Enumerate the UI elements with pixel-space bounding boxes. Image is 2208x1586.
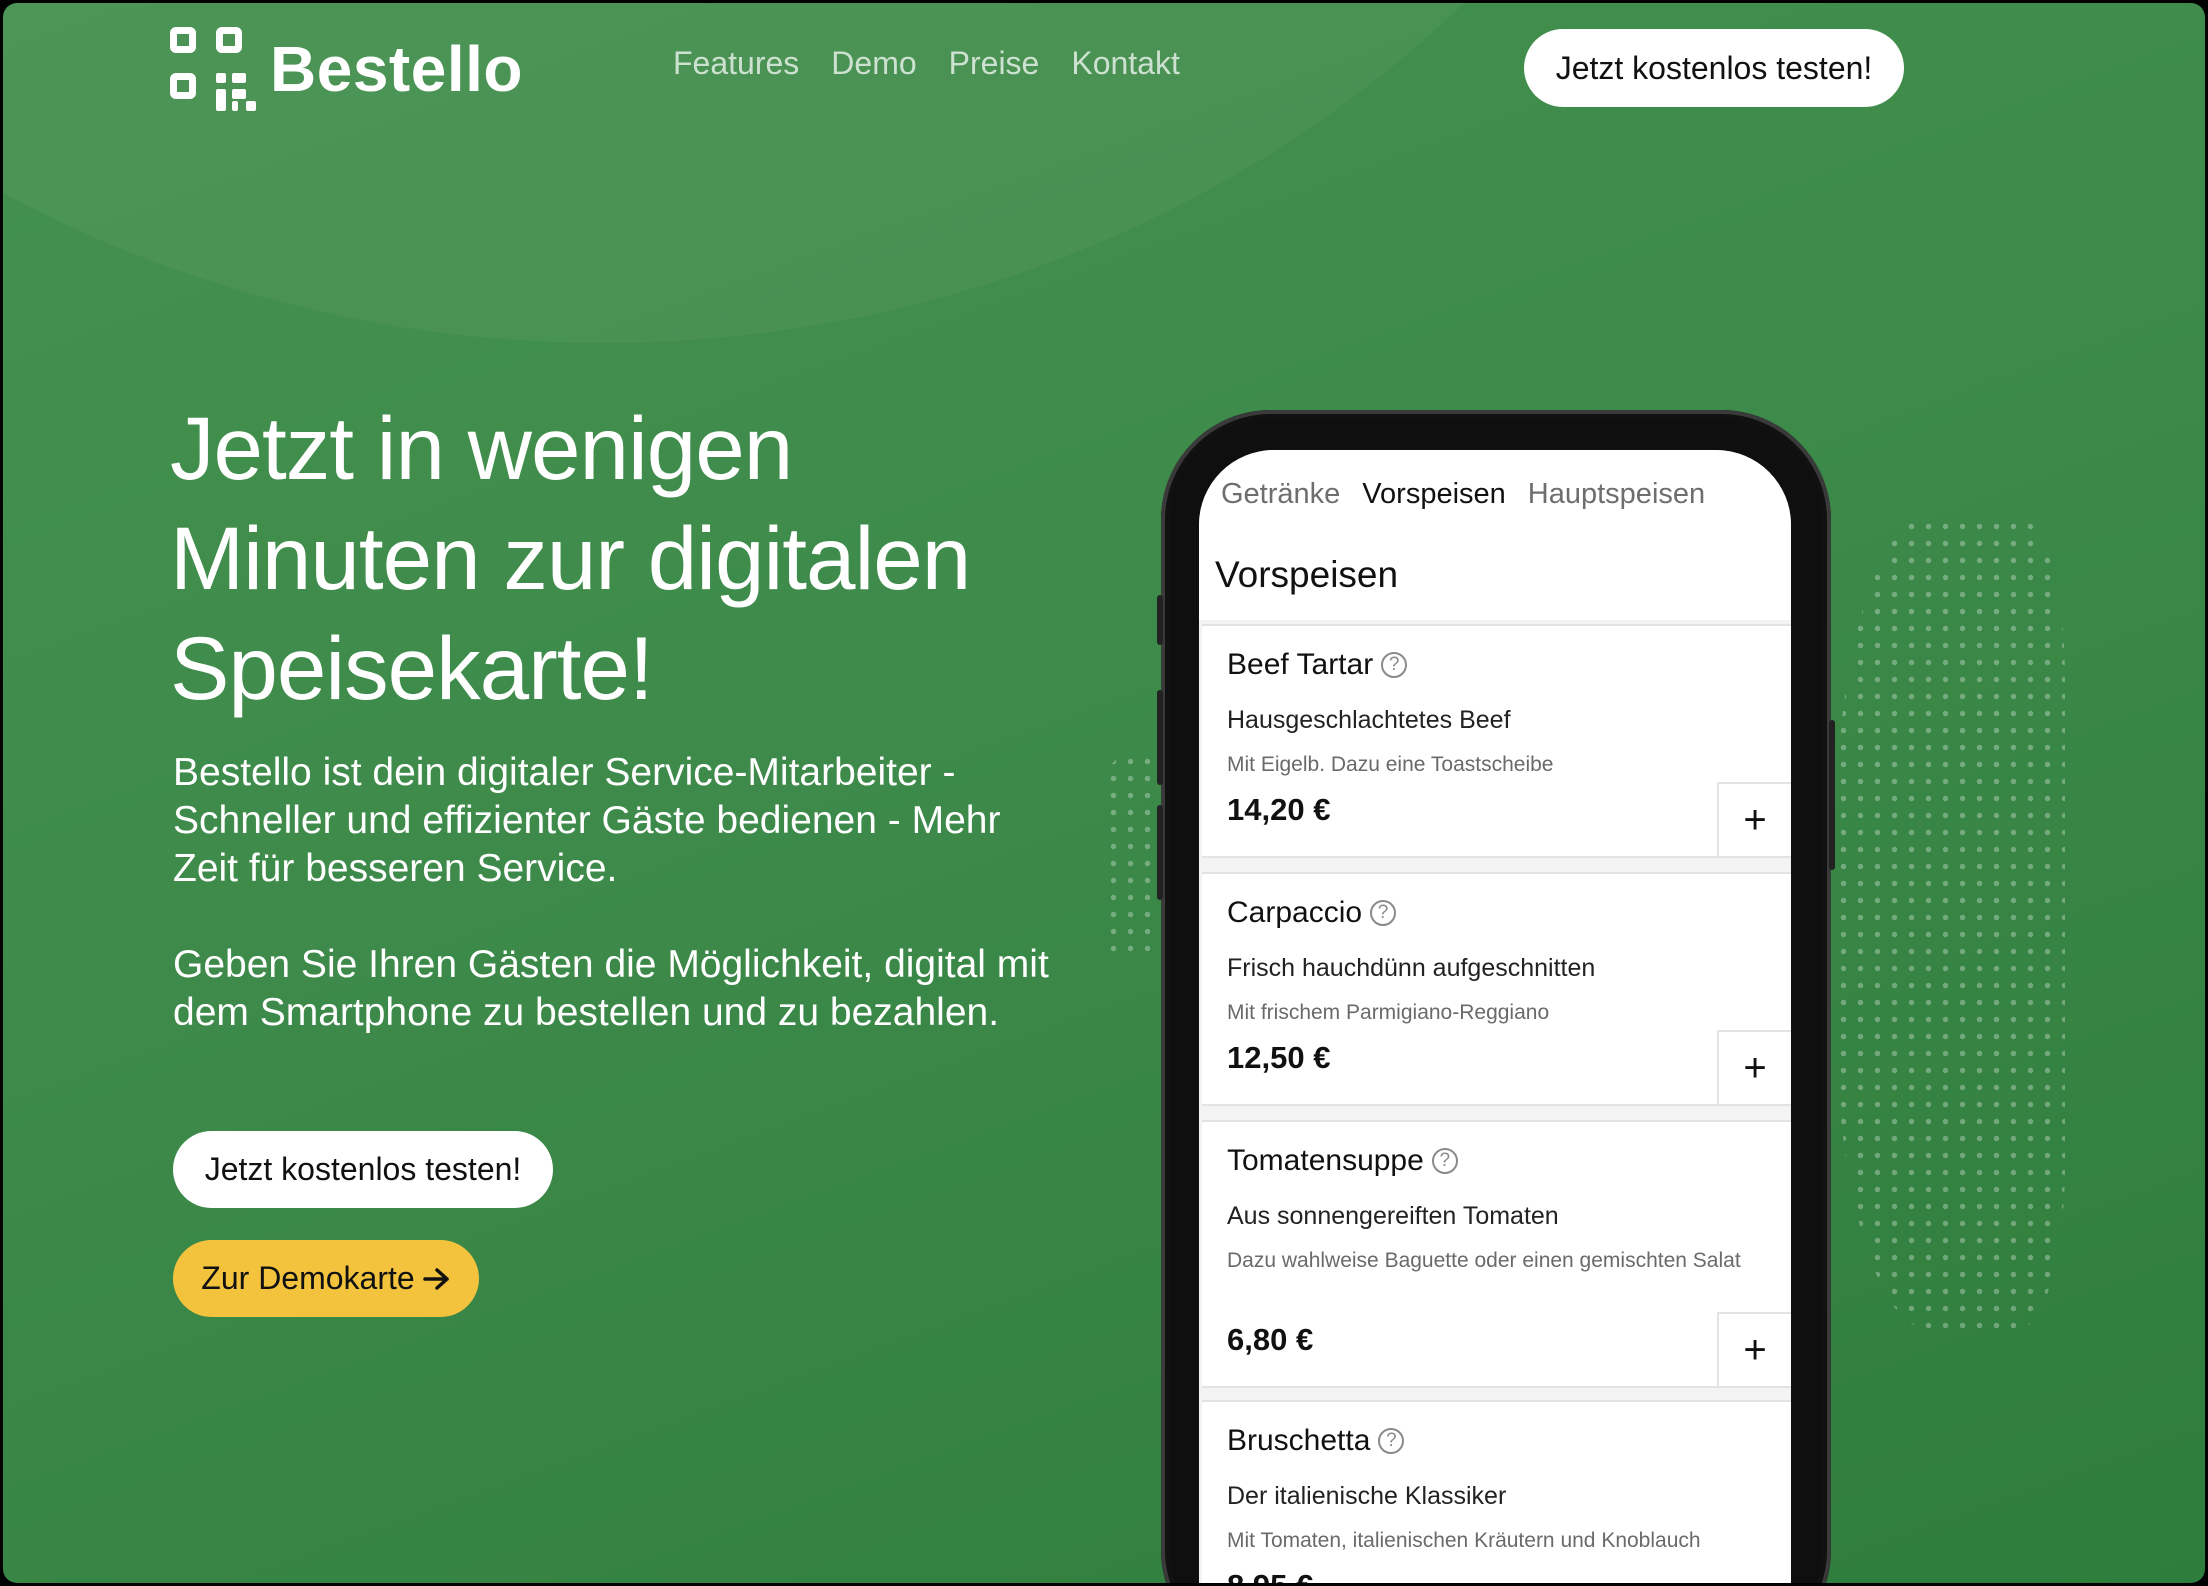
brand-name: Bestello: [270, 33, 523, 105]
tab-hauptspeisen[interactable]: Hauptspeisen: [1528, 478, 1705, 528]
menu-item-title: Beef Tartar: [1227, 648, 1374, 681]
menu-item-description: Mit Eigelb. Dazu eine Toastscheibe: [1227, 753, 1554, 776]
question-icon[interactable]: ?: [1370, 900, 1397, 926]
menu-item-price: 14,20 €: [1227, 792, 1331, 827]
section-title: Vorspeisen: [1215, 554, 1399, 595]
menu-item-card: Carpaccio ? Frisch hauchdünn aufgeschnit…: [1202, 872, 1791, 1106]
menu-item-subtitle: Aus sonnengereiften Tomaten: [1227, 1202, 1559, 1230]
phone-side-button: [1157, 805, 1163, 900]
nav-link-kontakt[interactable]: Kontakt: [1071, 45, 1180, 82]
menu-item-title: Bruschetta: [1227, 1424, 1371, 1457]
hero-paragraph-2: Geben Sie Ihren Gästen die Möglichkeit, …: [173, 943, 1049, 1034]
question-icon[interactable]: ?: [1381, 652, 1408, 678]
question-icon[interactable]: ?: [1431, 1148, 1458, 1174]
dot-pattern-decoration: [1835, 518, 2065, 1328]
menu-item-subtitle: Der italienische Klassiker: [1227, 1482, 1507, 1510]
demo-menu-button-label: Zur Demokarte: [201, 1260, 415, 1296]
menu-item-description: Dazu wahlweise Baguette oder einen gemis…: [1227, 1249, 1741, 1272]
qr-logo-icon: [170, 27, 256, 111]
phone-screen: Getränke Vorspeisen Hauptspeisen Vorspei…: [1199, 450, 1791, 1583]
menu-category-tabs: Getränke Vorspeisen Hauptspeisen: [1199, 450, 1791, 528]
menu-item-subtitle: Hausgeschlachtetes Beef: [1227, 706, 1511, 734]
add-to-cart-button[interactable]: +: [1717, 1312, 1791, 1386]
phone-side-button: [1157, 595, 1163, 645]
menu-item-price: 12,50 €: [1227, 1040, 1331, 1075]
nav-link-preise[interactable]: Preise: [949, 45, 1040, 82]
arrow-right-icon: [422, 1267, 449, 1290]
menu-item-subtitle: Frisch hauchdünn aufgeschnitten: [1227, 954, 1596, 982]
menu-item-description: Mit frischem Parmigiano-Reggiano: [1227, 1001, 1550, 1024]
menu-item-name: Carpaccio ?: [1227, 896, 1397, 930]
nav-link-features[interactable]: Features: [673, 45, 799, 82]
menu-item-card: Tomatensuppe ? Aus sonnengereiften Tomat…: [1202, 1120, 1791, 1388]
menu-item-price: 8,95 €: [1227, 1568, 1313, 1583]
menu-item-card: Bruschetta ? Der italienische Klassiker …: [1202, 1400, 1791, 1583]
add-to-cart-button[interactable]: +: [1717, 782, 1791, 856]
menu-item-name: Tomatensuppe ?: [1227, 1144, 1458, 1178]
landing-page: Bestello Features Demo Preise Kontakt Je…: [3, 3, 2205, 1583]
phone-side-button: [1829, 720, 1835, 870]
brand-logo[interactable]: Bestello: [170, 27, 523, 111]
menu-item-name: Beef Tartar ?: [1227, 648, 1408, 682]
demo-menu-button[interactable]: Zur Demokarte: [173, 1240, 479, 1317]
tab-getraenke[interactable]: Getränke: [1221, 478, 1340, 528]
menu-item-name: Bruschetta ?: [1227, 1424, 1405, 1458]
menu-item-title: Tomatensuppe: [1227, 1144, 1424, 1177]
add-to-cart-button[interactable]: +: [1717, 1030, 1791, 1104]
phone-side-button: [1157, 690, 1163, 785]
question-icon[interactable]: ?: [1378, 1428, 1405, 1454]
phone-mockup: Getränke Vorspeisen Hauptspeisen Vorspei…: [1157, 410, 1835, 1583]
menu-item-description: Mit Tomaten, italienischen Kräutern und …: [1227, 1529, 1701, 1552]
header-cta-button[interactable]: Jetzt kostenlos testen!: [1524, 29, 1904, 107]
hero-paragraph-1: Bestello ist dein digitaler Service-Mita…: [173, 751, 1001, 890]
main-nav: Features Demo Preise Kontakt: [673, 45, 1180, 82]
menu-item-price: 6,80 €: [1227, 1322, 1314, 1357]
tab-vorspeisen[interactable]: Vorspeisen: [1362, 478, 1506, 528]
hero-title: Jetzt in wenigen Minuten zur digitalen S…: [170, 398, 971, 718]
hero-cta-button[interactable]: Jetzt kostenlos testen!: [173, 1131, 553, 1208]
menu-item-title: Carpaccio: [1227, 896, 1363, 929]
dot-pattern-decoration: [1105, 753, 1165, 963]
menu-item-card: Beef Tartar ? Hausgeschlachtetes Beef Mi…: [1202, 624, 1791, 858]
nav-link-demo[interactable]: Demo: [831, 45, 916, 82]
